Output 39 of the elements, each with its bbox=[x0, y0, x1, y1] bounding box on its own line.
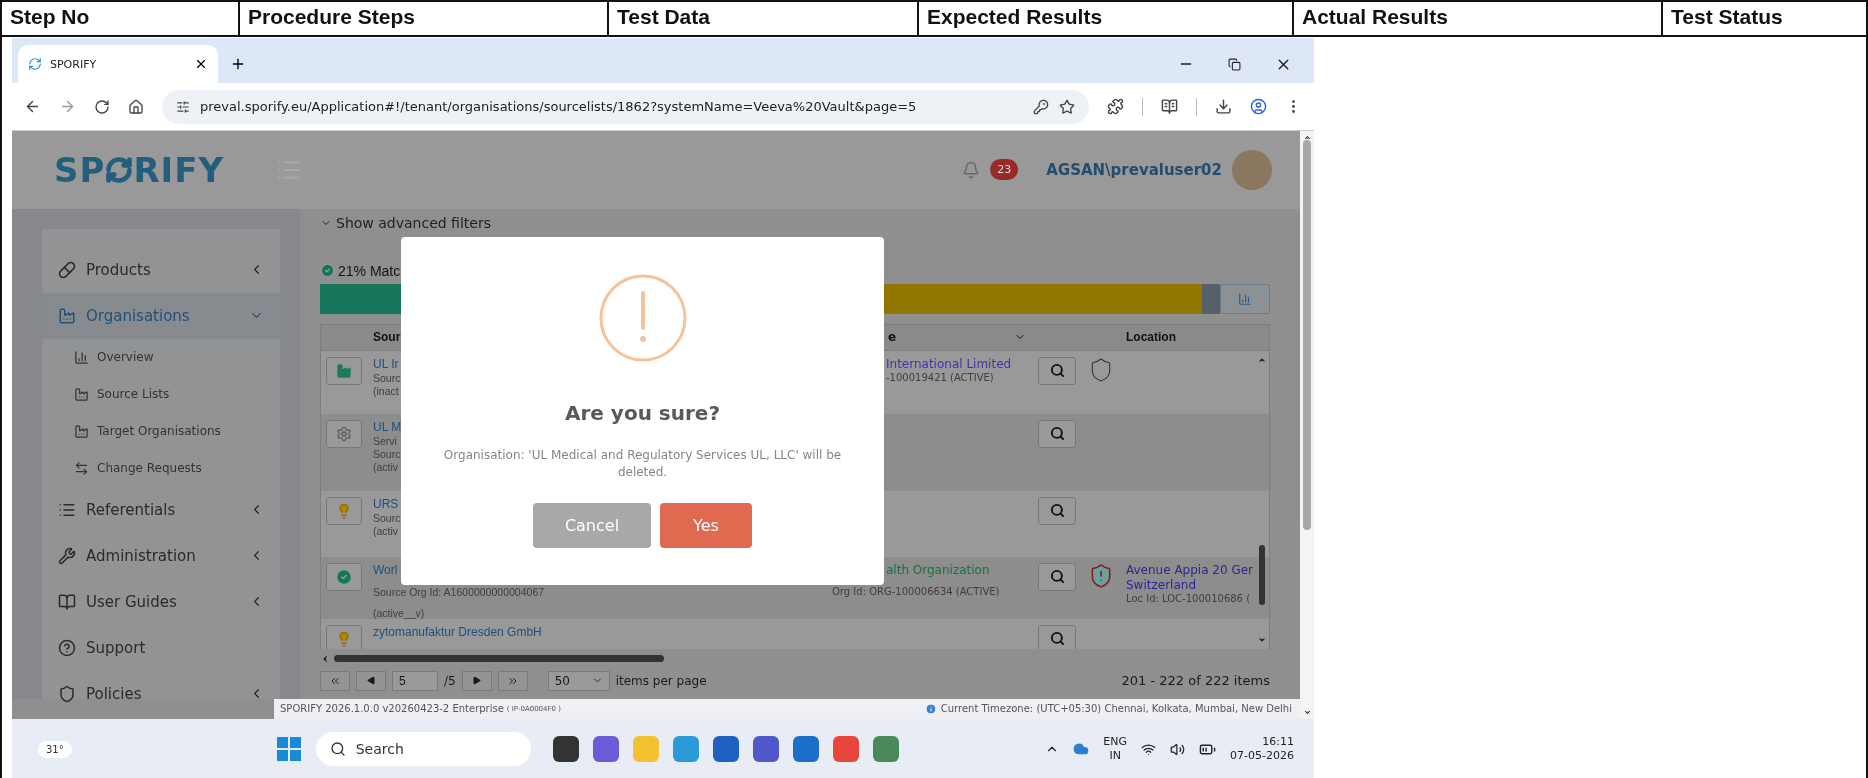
column-header: Sour bbox=[372, 330, 402, 345]
match-label: 21% Matc bbox=[338, 262, 401, 279]
sidebar-label: User Guides bbox=[86, 592, 178, 611]
column-header: Step No bbox=[2, 2, 240, 35]
sidebar-label: Administration bbox=[86, 546, 197, 565]
source-org-detail: (activ bbox=[373, 524, 399, 537]
per-page-label: items per page bbox=[615, 673, 707, 688]
source-org-detail: (inact bbox=[373, 384, 399, 397]
url-text: preval.sporify.eu/Application#!/tenant/organisations/sourcelists/1862?systemName=Veeva%20Vault&page=5 bbox=[200, 99, 918, 115]
logo: SP RIFY bbox=[54, 149, 225, 190]
column-header: Test Data bbox=[609, 2, 919, 35]
source-org-detail: (active__v) bbox=[373, 606, 425, 619]
source-org-detail: Sourc bbox=[373, 371, 401, 384]
page-count: /5 bbox=[444, 673, 456, 688]
source-org-detail: (activ bbox=[373, 460, 399, 473]
items-summary: 201 - 222 of 222 items bbox=[1121, 673, 1270, 689]
column-header: Location bbox=[1125, 330, 1177, 345]
sidebar-label: Products bbox=[86, 260, 152, 279]
timezone-text: Current Timezone: (UTC+05:30) Chennai, Kolkata, Mumbai, New Delhi bbox=[940, 703, 1292, 715]
sidebar-label: Organisations bbox=[86, 306, 191, 325]
sidebar-label: Support bbox=[86, 638, 147, 657]
column-header: Test Status bbox=[1670, 4, 1784, 30]
notification-badge: 23 bbox=[990, 159, 1019, 181]
sidebar-label: Referentials bbox=[86, 500, 177, 519]
sidebar-label: Policies bbox=[86, 684, 143, 703]
source-org-detail: Servi bbox=[373, 434, 397, 447]
source-org-detail: Source Org Id: A1600000000004067 bbox=[373, 585, 545, 598]
column-header: Actual Results bbox=[1294, 2, 1663, 35]
source-org-detail: Sourc bbox=[373, 447, 401, 460]
tab-title: SPORIFY bbox=[50, 57, 98, 71]
source-org-detail: Sourc bbox=[373, 511, 401, 524]
dialog-title: Are you sure? bbox=[565, 400, 720, 425]
column-header: Expected Results bbox=[919, 2, 1294, 35]
dialog-message: Organisation: 'UL Medical and Regulatory Services UL, LLC' will be deleted. bbox=[442, 446, 843, 481]
column-header: Procedure Steps bbox=[240, 2, 609, 35]
location-id-text: Loc Id: LOC-100010686 ( bbox=[1126, 592, 1251, 604]
version-text: SPORIFY 2026.1.0.0 v20260423-2 Enterprise bbox=[280, 703, 504, 715]
org-id-text: -100019421 (ACTIVE) bbox=[886, 371, 994, 383]
org-id-text: Org Id: ORG-100006634 (ACTIVE) bbox=[832, 585, 1000, 597]
